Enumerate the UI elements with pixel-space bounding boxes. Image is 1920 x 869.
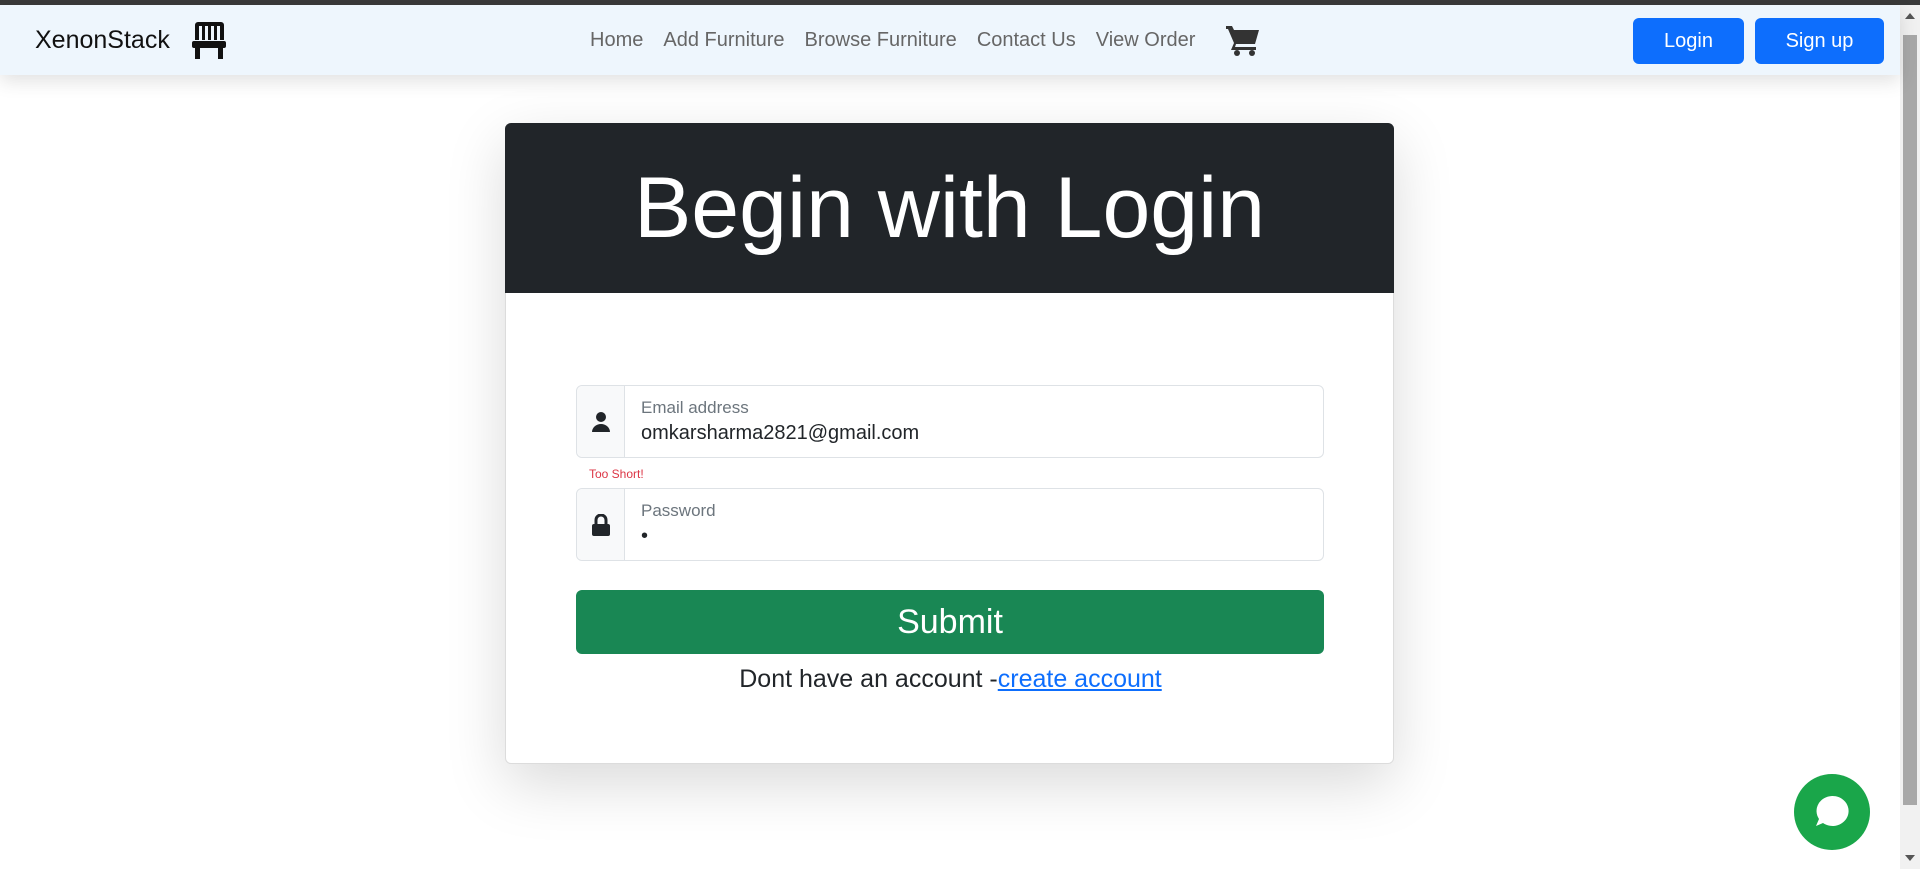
password-icon-box (577, 489, 625, 560)
chat-button[interactable] (1794, 774, 1870, 850)
card-header: Begin with Login (505, 123, 1394, 293)
email-icon-box (577, 386, 625, 457)
email-error-message: Too Short! (589, 467, 644, 481)
login-button[interactable]: Login (1633, 18, 1744, 64)
login-card: Begin with Login Email address omkarshar… (505, 123, 1394, 764)
email-label: Email address (641, 398, 749, 417)
email-input[interactable]: omkarsharma2821@gmail.com (641, 422, 919, 445)
nav-link-view-order[interactable]: View Order (1096, 29, 1196, 52)
scroll-down-icon[interactable] (1905, 855, 1915, 861)
nav-links: Home Add Furniture Browse Furniture Cont… (590, 5, 1261, 75)
navbar: XenonStack Home Add Furniture Browse Fur… (0, 5, 1900, 75)
scroll-up-icon[interactable] (1905, 13, 1915, 19)
chat-icon (1816, 795, 1849, 826)
brand[interactable]: XenonStack (35, 5, 228, 75)
scrollbar[interactable] (1900, 5, 1920, 869)
scroll-thumb[interactable] (1903, 35, 1917, 805)
lock-icon (591, 513, 610, 536)
nav-link-browse-furniture[interactable]: Browse Furniture (805, 29, 957, 52)
password-field[interactable]: Password • (576, 488, 1324, 561)
create-account-link[interactable]: create account (998, 665, 1162, 693)
password-label: Password (641, 501, 716, 520)
nav-link-add-furniture[interactable]: Add Furniture (663, 29, 784, 52)
nav-link-contact-us[interactable]: Contact Us (977, 29, 1076, 52)
create-account-prompt: Dont have an account -create account (506, 665, 1395, 694)
nav-link-home[interactable]: Home (590, 29, 643, 52)
chair-icon (191, 22, 226, 59)
submit-button[interactable]: Submit (576, 590, 1324, 654)
user-icon (591, 411, 610, 432)
cart-icon[interactable] (1225, 23, 1261, 57)
brand-name: XenonStack (35, 25, 170, 54)
page-title: Begin with Login (633, 159, 1266, 256)
password-input[interactable]: • (641, 525, 648, 548)
account-prompt-text: Dont have an account - (739, 665, 998, 693)
signup-button[interactable]: Sign up (1755, 18, 1884, 64)
email-field[interactable]: Email address omkarsharma2821@gmail.com (576, 385, 1324, 458)
